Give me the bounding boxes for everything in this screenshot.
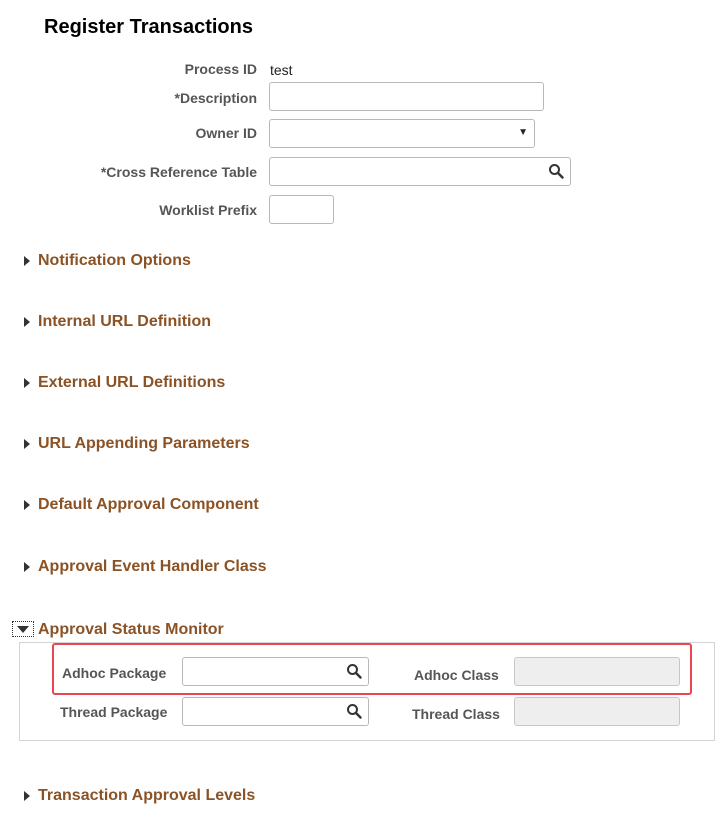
owner-id-select[interactable]: ▼ (269, 119, 535, 148)
description-label: *Description (174, 90, 257, 106)
search-icon[interactable] (548, 163, 564, 179)
worklist-prefix-label: Worklist Prefix (159, 202, 257, 218)
thread-class-label: Thread Class (412, 706, 500, 722)
thread-package-label: Thread Package (60, 704, 168, 720)
triangle-right-icon (24, 439, 30, 449)
section-approval-event-handler-class[interactable]: Approval Event Handler Class (24, 557, 267, 577)
section-label: URL Appending Parameters (38, 435, 250, 452)
thread-package-field[interactable] (182, 697, 369, 726)
triangle-right-icon (24, 256, 30, 266)
search-icon[interactable] (346, 703, 362, 719)
cross-reference-table-field[interactable] (269, 157, 571, 186)
worklist-prefix-field[interactable] (269, 195, 334, 224)
triangle-right-icon (24, 378, 30, 388)
section-default-approval-component[interactable]: Default Approval Component (24, 495, 259, 515)
owner-id-label: Owner ID (195, 125, 257, 141)
section-label: Transaction Approval Levels (38, 787, 256, 804)
section-url-appending-parameters[interactable]: URL Appending Parameters (24, 434, 250, 454)
triangle-right-icon (24, 791, 30, 801)
cross-reference-table-label: *Cross Reference Table (100, 164, 257, 180)
thread-class-field (514, 697, 680, 726)
section-label: Approval Event Handler Class (38, 558, 267, 575)
triangle-right-icon (24, 500, 30, 510)
section-label: External URL Definitions (38, 374, 226, 391)
section-approval-status-monitor[interactable]: Approval Status Monitor (38, 621, 224, 639)
highlight-box (52, 643, 692, 695)
section-external-url-definitions[interactable]: External URL Definitions (24, 373, 225, 393)
section-internal-url-definition[interactable]: Internal URL Definition (24, 312, 211, 332)
process-id-label: Process ID (184, 61, 257, 77)
triangle-right-icon (24, 562, 30, 572)
triangle-down-icon (17, 626, 29, 633)
section-label: Notification Options (38, 252, 191, 269)
chevron-down-icon: ▼ (518, 127, 528, 138)
page-title: Register Transactions (44, 16, 253, 38)
collapse-toggle[interactable] (12, 621, 34, 637)
section-label: Default Approval Component (38, 496, 259, 513)
section-label: Internal URL Definition (38, 313, 212, 330)
triangle-right-icon (24, 317, 30, 327)
description-field[interactable] (269, 82, 544, 111)
section-notification-options[interactable]: Notification Options (24, 251, 191, 271)
process-id-value: test (270, 62, 293, 78)
section-transaction-approval-levels[interactable]: Transaction Approval Levels (24, 786, 255, 806)
